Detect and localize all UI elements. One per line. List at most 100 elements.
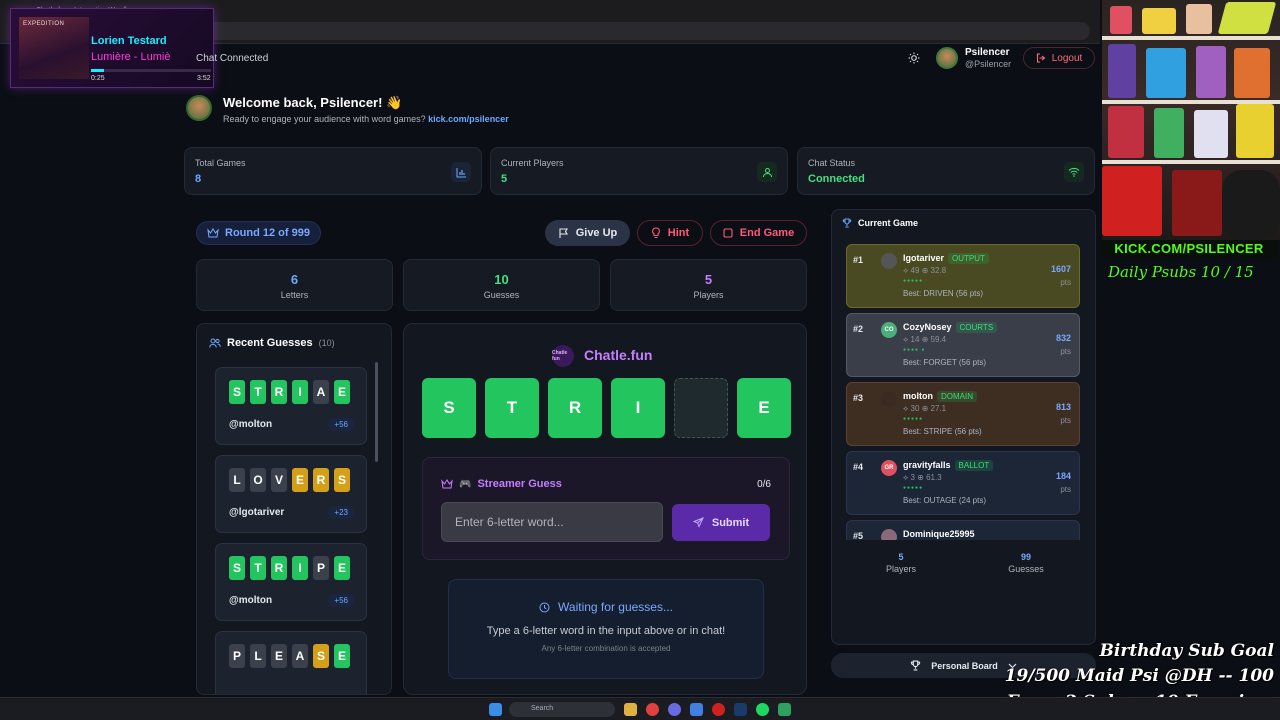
- guess-user: @molton: [229, 419, 273, 430]
- hint-button[interactable]: Hint: [637, 220, 703, 246]
- users-icon: [209, 338, 221, 348]
- player-points-value: 813: [1055, 402, 1071, 412]
- current-game-header: Current Game: [842, 218, 918, 228]
- guess-tile: R: [271, 380, 287, 404]
- guess-tile: T: [250, 556, 266, 580]
- spotify-icon[interactable]: [756, 703, 769, 716]
- recent-guesses-scrollbar[interactable]: [375, 362, 378, 462]
- end-game-button[interactable]: End Game: [710, 220, 807, 246]
- address-bar[interactable]: chatle.fun/dashboard: [60, 22, 1090, 40]
- guess-user: @lgotariver: [229, 507, 285, 518]
- player-best-word: Best: OUTAGE (24 pts): [903, 496, 986, 505]
- webcam-feed: [1102, 0, 1280, 240]
- guess-tile: O: [250, 468, 266, 492]
- footer-players-label: Players: [885, 564, 916, 574]
- windows-start-icon[interactable]: [489, 703, 502, 716]
- sun-icon[interactable]: [908, 52, 920, 64]
- crown-icon: [207, 228, 219, 238]
- chrome-icon[interactable]: [646, 703, 659, 716]
- figure: [1196, 46, 1226, 98]
- recent-guesses-header: Recent Guesses (10): [209, 337, 335, 349]
- obs-icon[interactable]: [712, 703, 725, 716]
- track-duration: 3:52: [197, 75, 211, 82]
- player-rank: #5: [853, 531, 864, 540]
- figure: [1172, 170, 1222, 236]
- album-art-label: EXPEDITION: [23, 21, 65, 27]
- personal-board-label: Personal Board: [931, 660, 998, 671]
- player-avatar: [881, 529, 897, 540]
- figure: [1154, 108, 1184, 158]
- submit-guess-button[interactable]: Submit: [672, 504, 770, 541]
- user-name: Psilencer: [965, 47, 1010, 58]
- guess-tiles: LOVERS: [229, 468, 350, 492]
- guess-points-badge: +56: [328, 594, 354, 607]
- end-game-label: End Game: [739, 227, 795, 239]
- taskbar-search[interactable]: Search: [509, 702, 615, 717]
- logout-button[interactable]: Logout: [1023, 47, 1095, 69]
- streamer-guess-input[interactable]: [441, 502, 663, 542]
- chat-status-label: Chat Status: [808, 158, 856, 168]
- guess-tile: L: [250, 644, 266, 668]
- player-name: gravityfalls: [903, 460, 951, 470]
- guess-points-badge: +23: [328, 506, 354, 519]
- leaderboard-player-card[interactable]: #3 molton DOMAIN ⟡ 30 ⊕ 27.1 ●●●●● Best: STRI…: [846, 382, 1080, 446]
- player-last-word: OUTPUT: [948, 253, 989, 264]
- round-label: Round 12 of 999: [225, 227, 310, 239]
- leaderboard-player-card[interactable]: #1 lgotariver OUTPUT ⟡ 49 ⊕ 32.8 ●●●●● Best: …: [846, 244, 1080, 308]
- player-name-row: Dominique25995: [903, 529, 975, 539]
- file-explorer-icon[interactable]: [624, 703, 637, 716]
- player-name-row: gravityfalls BALLOT: [903, 460, 994, 471]
- answer-board: STRI E: [422, 378, 791, 438]
- player-name-row: lgotariver OUTPUT: [903, 253, 989, 264]
- chat-status-value: Connected: [808, 173, 865, 185]
- waiting-title: Waiting for guesses...: [558, 600, 673, 614]
- player-name-row: CozyNosey COURTS: [903, 322, 998, 333]
- give-up-label: Give Up: [575, 227, 618, 239]
- goal-line-2: 19/500 Maid Psi @DH -- 100: [1004, 666, 1274, 686]
- app-icon[interactable]: [690, 703, 703, 716]
- leaderboard-list[interactable]: #1 lgotariver OUTPUT ⟡ 49 ⊕ 32.8 ●●●●● Best: …: [846, 244, 1082, 540]
- player-points-unit: pts: [1060, 485, 1071, 494]
- recent-guesses-panel[interactable]: Recent Guesses (10) S T R I A E @molton +56 L O V E…: [196, 323, 392, 695]
- player-points: 184 pts: [1056, 470, 1071, 496]
- player-points-value: 832: [1055, 333, 1071, 343]
- streamer-guess-header: 🎮 Streamer Guess: [441, 478, 562, 490]
- leaderboard-player-card[interactable]: #5 Dominique25995: [846, 520, 1080, 540]
- total-games-value: 8: [195, 173, 202, 185]
- guess-tile: S: [313, 644, 329, 668]
- guess-tile: S: [334, 468, 350, 492]
- guesses-value: 10: [494, 272, 509, 287]
- player-points-value: 1607: [1050, 264, 1071, 274]
- chatle-logo: Chatle fun: [552, 345, 574, 367]
- player-stats: ⟡ 49 ⊕ 32.8: [903, 266, 947, 275]
- answer-tile: T: [485, 378, 539, 438]
- player-stats: ⟡ 14 ⊕ 59.4: [903, 335, 947, 344]
- footer-guesses-value: 99: [1020, 552, 1031, 562]
- player-rank: #3: [853, 393, 864, 403]
- player-avatar: GR: [881, 460, 897, 476]
- app-icon[interactable]: [778, 703, 791, 716]
- taskbar: Search: [0, 697, 1280, 720]
- guess-tile: E: [334, 644, 350, 668]
- shelf: [1102, 36, 1280, 40]
- give-up-button[interactable]: Give Up: [545, 220, 630, 246]
- player-points-unit: pts: [1060, 278, 1071, 287]
- player-best-word: Best: DRIVEN (56 pts): [903, 289, 984, 298]
- bar-chart-icon: [451, 162, 471, 182]
- player-rank: #4: [853, 462, 864, 472]
- user-avatar[interactable]: [936, 47, 958, 69]
- leaderboard-player-card[interactable]: #2 CO CozyNosey COURTS ⟡ 14 ⊕ 59.4 ●●●● ● Best…: [846, 313, 1080, 377]
- answer-tile: E: [737, 378, 791, 438]
- steam-icon[interactable]: [734, 703, 747, 716]
- discord-icon[interactable]: [668, 703, 681, 716]
- player-stats: ⟡ 3 ⊕ 61.3: [903, 473, 942, 482]
- brand-name: Chatle.fun: [584, 347, 653, 363]
- letters-stat: 6 Letters: [196, 259, 393, 311]
- figure: [1108, 44, 1136, 98]
- welcome-avatar: [186, 95, 212, 121]
- guess-tile: A: [313, 380, 329, 404]
- leaderboard-player-card[interactable]: #4 GR gravityfalls BALLOT ⟡ 3 ⊕ 61.3 ●●●●● Bes…: [846, 451, 1080, 515]
- answer-tile: [674, 378, 728, 438]
- channel-link[interactable]: kick.com/psilencer: [428, 114, 509, 124]
- guess-tile: E: [292, 468, 308, 492]
